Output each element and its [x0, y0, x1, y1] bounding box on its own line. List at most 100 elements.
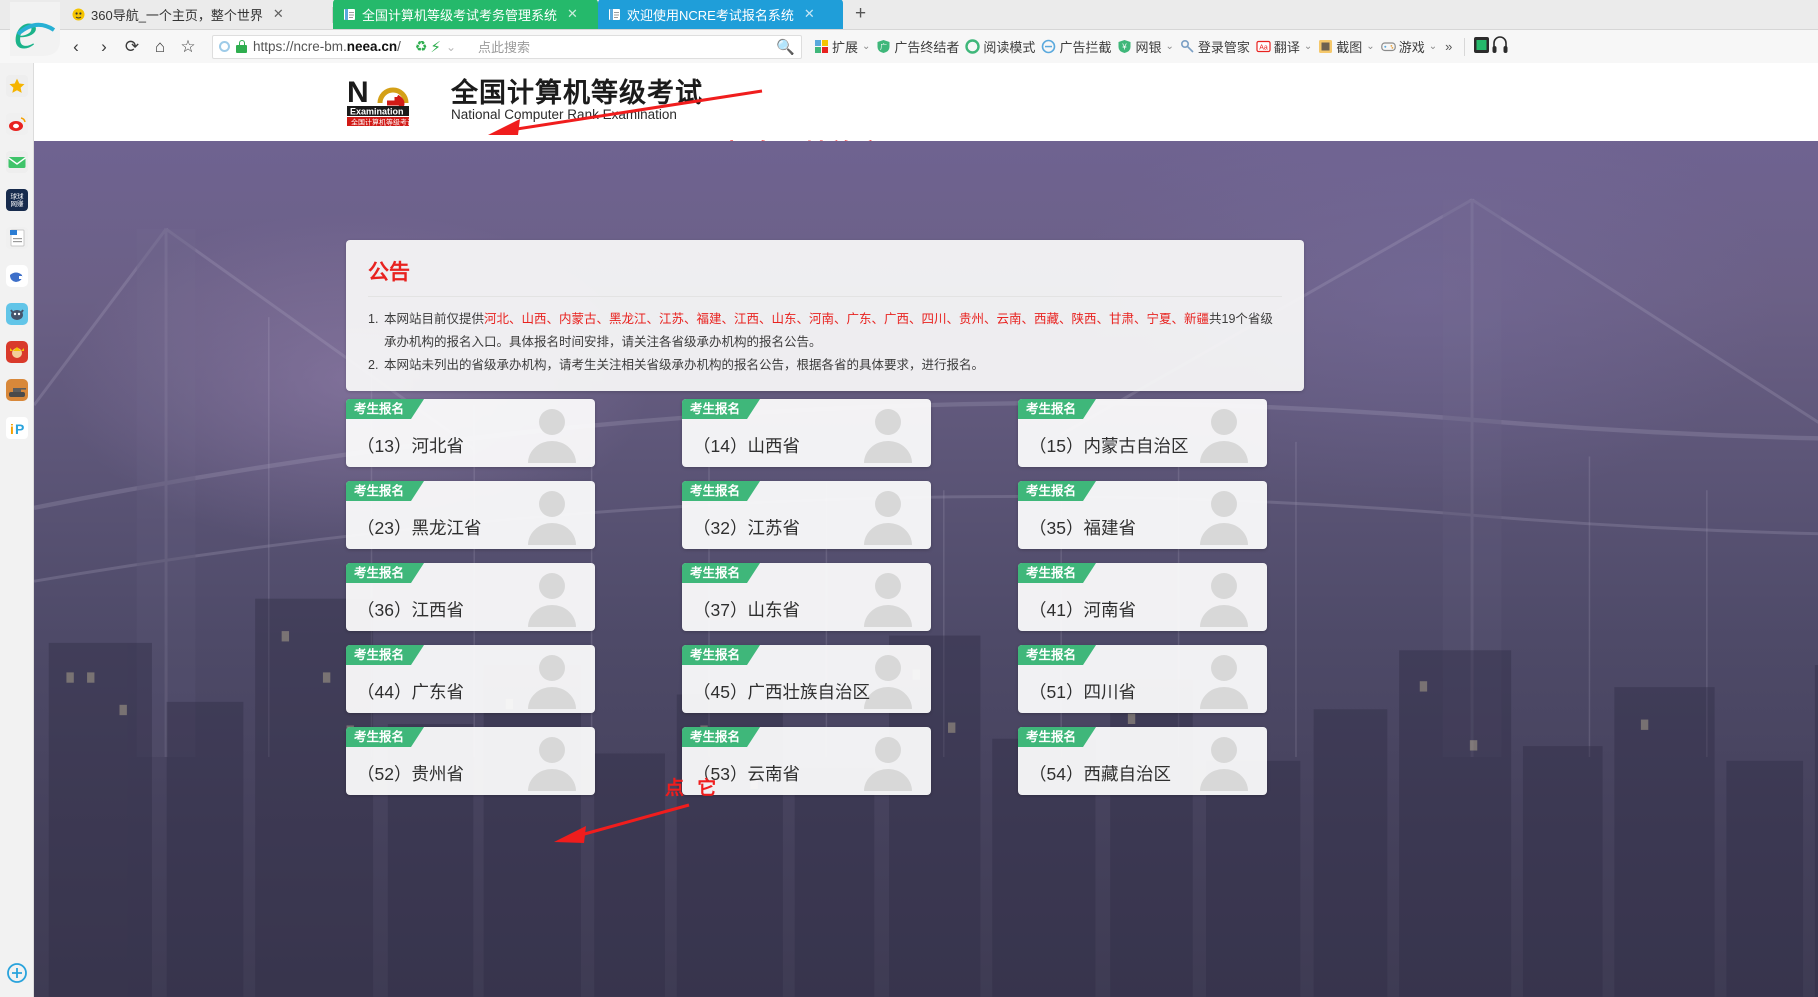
province-card[interactable]: 考生报名 （51）四川省 [1018, 645, 1267, 713]
chevron-down-icon-6[interactable]: ⌄ [1304, 41, 1312, 52]
province-name: 广东省 [411, 682, 464, 702]
province-code: （41） [1029, 600, 1083, 620]
announcement-item-0: 1.本网站目前仅提供河北、山西、内蒙古、黑龙江、江苏、福建、江西、山东、河南、广… [368, 308, 1282, 354]
svg-text:球球: 球球 [10, 192, 24, 201]
browser-window: e 360导航_一个主页，整个世界 ✕ 全国计算机等级考试考务管理系统 ✕ 欢迎… [0, 0, 1818, 997]
province-card[interactable]: 考生报名（54）西藏自治区 [1018, 727, 1267, 795]
address-bar[interactable]: https://ncre-bm.neea.cn/ ♻ ⚡ ⌄ 点此搜索 🔍 [212, 35, 802, 59]
new-tab-button[interactable]: + [843, 3, 878, 27]
browser-tab-label-0: 360导航_一个主页，整个世界 [91, 5, 263, 24]
forward-button[interactable]: › [90, 33, 118, 61]
block-icon [1041, 39, 1056, 54]
province-name: 江西省 [411, 600, 464, 620]
province-card[interactable]: 考生报名（37）山东省 [682, 563, 931, 631]
tab-close-icon-0[interactable]: ✕ [273, 6, 284, 22]
search-icon[interactable]: 🔍 [776, 38, 795, 56]
extension-item-7[interactable]: 截图 ⌄ [1316, 37, 1376, 56]
province-name: 山东省 [747, 600, 800, 620]
address-caret-icon[interactable]: ⌄ [444, 40, 458, 54]
recycle-icon[interactable]: ♻ [415, 38, 428, 55]
extension-label-7: 截图 [1336, 37, 1362, 56]
clipboard-icon[interactable] [1473, 35, 1490, 59]
chevron-down-icon-4[interactable]: ⌄ [1165, 41, 1173, 52]
mail-icon[interactable] [6, 151, 28, 173]
province-card[interactable]: 考生报名（13）河北省 [346, 399, 595, 467]
overflow-menu-button[interactable]: » [1441, 39, 1456, 54]
ncre-logo-mark-icon: N Examination 全国计算机等级考试 [347, 75, 441, 127]
reload-button[interactable]: ⟳ [118, 33, 146, 61]
weibo-icon[interactable] [6, 113, 28, 135]
word-doc-icon[interactable] [6, 227, 28, 249]
headphone-icon[interactable] [1492, 35, 1508, 59]
svg-text:Examination: Examination [350, 107, 404, 117]
lightning-icon[interactable]: ⚡ [430, 38, 441, 56]
chevron-down-icon-7[interactable]: ⌄ [1366, 41, 1374, 52]
signup-badge: 考生报名 [682, 399, 760, 419]
province-name: 贵州省 [411, 764, 464, 784]
page-info-icon[interactable] [219, 41, 230, 52]
province-card[interactable]: 考生报名（15）内蒙古自治区 [1018, 399, 1267, 467]
favorites-star-icon[interactable] [6, 75, 28, 97]
announcement-number-0: 1. [368, 308, 378, 331]
province-card[interactable]: 考生报名（36）江西省 [346, 563, 595, 631]
add-panel-icon[interactable] [6, 962, 28, 989]
tab-close-icon-1[interactable]: ✕ [567, 6, 578, 22]
tab-close-icon-2[interactable]: ✕ [804, 6, 815, 22]
extension-item-6[interactable]: Aa 翻译 ⌄ [1254, 37, 1314, 56]
extension-item-2[interactable]: 阅读模式 [963, 37, 1037, 56]
chevron-down-icon-0[interactable]: ⌄ [862, 41, 870, 52]
province-card[interactable]: 考生报名（23）黑龙江省 [346, 481, 595, 549]
province-code: （15） [1029, 436, 1083, 456]
bookmark-star-icon[interactable]: ☆ [174, 33, 202, 61]
province-card[interactable]: 考生报名（14）山西省 [682, 399, 931, 467]
annotation-arrow-url [474, 85, 764, 140]
chevron-down-icon-8[interactable]: ⌄ [1429, 41, 1437, 52]
province-card[interactable]: 考生报名 （41）河南省 [1018, 563, 1267, 631]
bank-icon: ¥ [1117, 39, 1132, 54]
extension-item-0[interactable]: 扩展 ⌄ [812, 37, 872, 56]
gamepad-icon [1381, 39, 1396, 54]
game-king-icon[interactable] [6, 341, 28, 363]
extension-item-3[interactable]: 广告拦截 [1039, 37, 1113, 56]
province-label: （51）四川省 [1029, 679, 1136, 704]
browser-tab-2[interactable]: 欢迎使用NCRE考试报名系统 ✕ [598, 0, 843, 29]
browser-tab-0[interactable]: 360导航_一个主页，整个世界 ✕ [62, 0, 332, 29]
signup-badge: 考生报名 [1018, 645, 1096, 665]
signup-badge: 考生报名 [346, 481, 424, 501]
search-hint[interactable]: 点此搜索 [478, 37, 530, 56]
translate-icon: Aa [1256, 39, 1271, 54]
province-label: （32）江苏省 [693, 515, 800, 540]
province-name: 广西壮族自治区 [747, 682, 870, 702]
province-code: （35） [1029, 518, 1083, 538]
extension-label-6: 翻译 [1274, 37, 1300, 56]
province-card[interactable]: 考生报名（45）广西壮族自治区 [682, 645, 931, 713]
signup-badge: 考生报名 [682, 727, 760, 747]
extension-item-5[interactable]: 登录管家 [1178, 37, 1252, 56]
avatar-icon [1195, 649, 1253, 709]
site-header: N Examination 全国计算机等级考试 全国计算机等级考试 Nation… [34, 63, 1818, 141]
province-code: （36） [357, 600, 411, 620]
web-page: N Examination 全国计算机等级考试 全国计算机等级考试 Nation… [34, 63, 1818, 997]
game-tank-icon[interactable] [6, 379, 28, 401]
province-label: （35）福建省 [1029, 515, 1136, 540]
game-cat-icon[interactable] [6, 303, 28, 325]
svg-text:Aa: Aa [1259, 45, 1268, 52]
browser-tab-1[interactable]: 全国计算机等级考试考务管理系统 ✕ [333, 0, 598, 29]
province-card[interactable]: 考生报名（32）江苏省 [682, 481, 931, 549]
extension-item-4[interactable]: ¥ 网银 ⌄ [1115, 37, 1175, 56]
back-button[interactable]: ‹ [62, 33, 90, 61]
province-card[interactable]: 考生报名（44）广东省 [346, 645, 595, 713]
pdf-reader-icon[interactable]: iP [6, 417, 28, 439]
province-card[interactable]: 考生报名（35）福建省 [1018, 481, 1267, 549]
extension-label-2: 阅读模式 [983, 37, 1035, 56]
province-label: （41）河南省 [1029, 597, 1136, 622]
whale-app-icon[interactable] [6, 265, 28, 287]
home-button[interactable]: ⌂ [146, 33, 174, 61]
signup-badge: 考生报名 [1018, 563, 1096, 583]
province-card[interactable]: 考生报名（52）贵州省 [346, 727, 595, 795]
extension-item-1[interactable]: 广 广告终结者 [874, 37, 961, 56]
qiuqiu-news-icon[interactable]: 球球网赚 [6, 189, 28, 211]
address-bar-icons: ♻ ⚡ ⌄ [415, 38, 458, 56]
extension-item-8[interactable]: 游戏 ⌄ [1379, 37, 1439, 56]
province-code: （37） [693, 600, 747, 620]
